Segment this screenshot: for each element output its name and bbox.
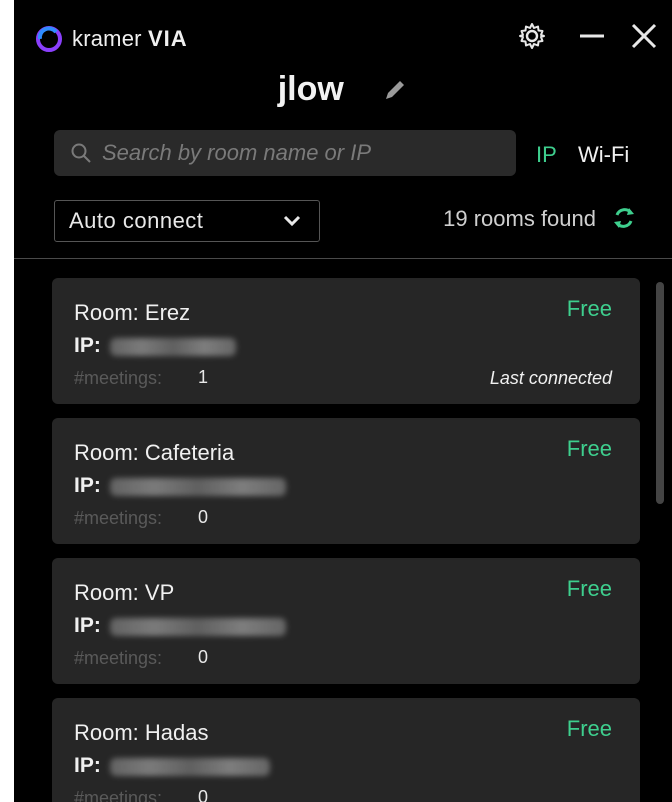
chevron-down-icon	[283, 215, 301, 227]
close-icon	[631, 23, 657, 49]
room-last-connected: Last connected	[489, 368, 612, 388]
connect-mode-value: Auto connect	[69, 208, 204, 233]
edit-name-button[interactable]	[382, 77, 408, 103]
tab-wifi[interactable]: Wi-Fi	[578, 142, 629, 168]
room-ip-redacted	[110, 478, 286, 496]
user-header: jlow	[14, 70, 672, 109]
room-meetings-count: 0	[198, 647, 209, 667]
room-meetings-label: #meetings:	[74, 508, 163, 528]
room-name: Room: Erez	[74, 300, 191, 325]
room-ip-redacted	[110, 618, 286, 636]
search-input[interactable]	[100, 139, 504, 167]
room-meetings-count: 0	[198, 507, 209, 527]
rooms-found-count: 19 rooms found	[443, 206, 596, 231]
refresh-button[interactable]	[610, 204, 638, 232]
connect-mode-select[interactable]: Auto connect	[54, 200, 320, 242]
room-meetings-label: #meetings:	[74, 788, 163, 802]
room-name: Room: VP	[74, 580, 175, 605]
room-status: Free	[566, 436, 612, 461]
room-meetings-count: 1	[198, 367, 209, 387]
room-card[interactable]: Room: Hadas Free IP: #meetings: 0	[52, 698, 640, 802]
tab-ip[interactable]: IP	[536, 142, 557, 168]
room-meetings-label: #meetings:	[74, 648, 163, 668]
room-ip-redacted	[110, 758, 270, 776]
room-ip-label: IP:	[74, 614, 101, 637]
room-meetings-label: #meetings:	[74, 368, 163, 388]
gear-icon	[519, 23, 545, 49]
search-box[interactable]	[54, 130, 516, 176]
minimize-button[interactable]	[574, 18, 610, 54]
room-name: Room: Cafeteria	[74, 440, 235, 465]
room-card[interactable]: Room: VP Free IP: #meetings: 0	[52, 558, 640, 684]
close-button[interactable]	[626, 18, 662, 54]
kramer-logo-icon	[36, 26, 62, 52]
kramer-via-window: kramer VIA jlow IP Wi-Fi	[14, 0, 672, 802]
app-brand: kramer VIA	[72, 26, 188, 51]
search-icon	[71, 143, 91, 163]
room-list: Room: Erez Free IP: #meetings: 1 Last co…	[52, 278, 640, 802]
room-status: Free	[566, 576, 612, 601]
room-card[interactable]: Room: Cafeteria Free IP: #meetings: 0	[52, 418, 640, 544]
pencil-icon	[386, 80, 405, 99]
user-name: jlow	[277, 70, 344, 108]
room-ip-label: IP:	[74, 754, 101, 777]
header-divider	[14, 258, 672, 259]
settings-button[interactable]	[514, 18, 550, 54]
room-ip-label: IP:	[74, 474, 101, 497]
refresh-icon	[614, 208, 634, 228]
minimize-icon	[580, 34, 604, 38]
room-name: Room: Hadas	[74, 720, 209, 745]
room-status: Free	[566, 716, 612, 741]
room-meetings-count: 0	[198, 787, 209, 802]
app-logo: kramer VIA	[34, 24, 188, 54]
room-list-scrollbar[interactable]	[656, 282, 664, 504]
room-card[interactable]: Room: Erez Free IP: #meetings: 1 Last co…	[52, 278, 640, 404]
room-status: Free	[566, 296, 612, 321]
room-ip-label: IP:	[74, 334, 101, 357]
room-ip-redacted	[110, 338, 236, 356]
